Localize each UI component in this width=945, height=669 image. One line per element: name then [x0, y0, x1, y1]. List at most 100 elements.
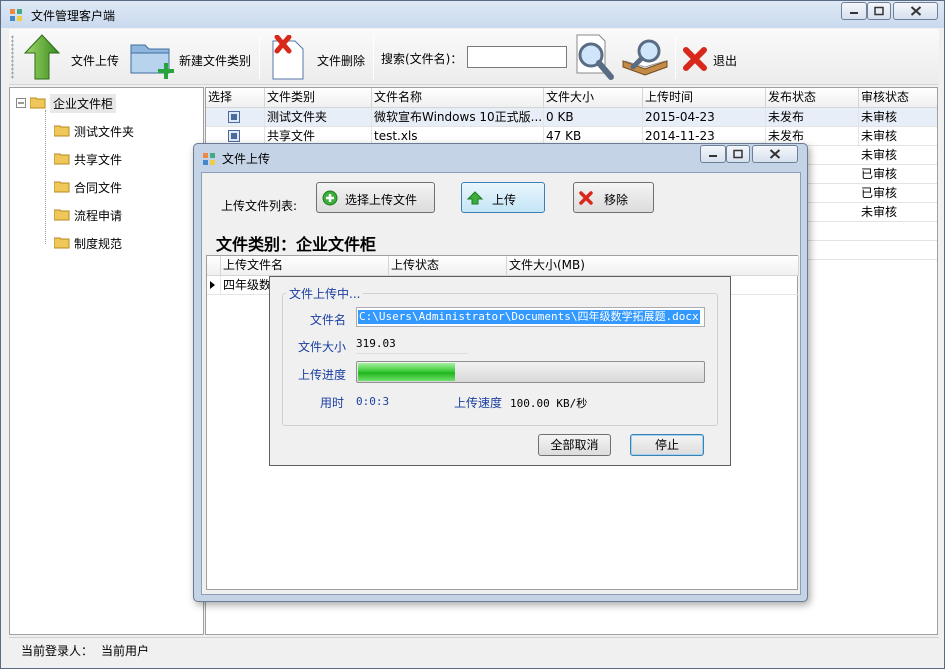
collapse-icon: [16, 98, 26, 108]
review-cell: 未审核: [859, 146, 937, 165]
column-header[interactable]: 上传时间: [643, 88, 766, 108]
search-button[interactable]: [573, 31, 617, 83]
folder-icon: [54, 153, 70, 165]
upload-progress-bar: [356, 361, 705, 383]
group-title: 文件上传中...: [286, 285, 364, 302]
minimize-icon: [850, 12, 858, 14]
select-files-button[interactable]: 选择上传文件: [316, 182, 435, 213]
tree-item-shared[interactable]: 共享文件: [54, 148, 122, 170]
review-cell: 已审核: [859, 165, 937, 184]
advanced-search-button[interactable]: [621, 31, 673, 83]
column-header[interactable]: 发布状态: [766, 88, 859, 108]
minimize-button[interactable]: [841, 2, 867, 20]
filename-field[interactable]: C:\Users\Administrator\Documents\四年级数学拓展…: [356, 307, 705, 327]
tree-item-workflow[interactable]: 流程申请: [54, 204, 122, 226]
folder-icon: [54, 209, 70, 221]
tree-item-label: 流程申请: [74, 208, 123, 223]
new-category-button[interactable]: 新建文件类别: [127, 31, 257, 83]
column-header[interactable]: 选择: [206, 88, 265, 108]
login-user: 当前用户: [101, 644, 150, 658]
review-cell: 未审核: [859, 108, 937, 127]
maximize-button[interactable]: [867, 2, 891, 20]
folder-open-icon: [30, 97, 46, 109]
cancel-all-button[interactable]: 全部取消: [538, 434, 611, 456]
category-tree[interactable]: 企业文件柜 测试文件夹 共享文件 合同文件 流程申请 制度规范: [9, 87, 204, 635]
row-select-cell[interactable]: [206, 108, 265, 127]
row-header-corner: [207, 256, 221, 276]
tree-item-label: 测试文件夹: [74, 124, 135, 139]
folder-icon: [54, 125, 70, 137]
upload-start-label: 上传: [492, 193, 517, 207]
row-pointer-icon: [210, 281, 215, 289]
table-row[interactable]: 测试文件夹 微软宣布Windows 10正式版... 0 KB 2015-04-…: [206, 108, 937, 127]
select-files-label: 选择上传文件: [345, 193, 418, 207]
search-icon: [576, 34, 614, 80]
dialog-minimize-button[interactable]: [700, 145, 726, 163]
folder-icon: [54, 181, 70, 193]
upload-start-button[interactable]: 上传: [461, 182, 545, 213]
column-header[interactable]: 文件大小: [544, 88, 643, 108]
new-category-label: 新建文件类别: [179, 54, 252, 68]
progress-label: 上传进度: [298, 368, 347, 382]
toolbar-separator: [675, 35, 676, 79]
tree-root[interactable]: 企业文件柜: [16, 92, 117, 114]
column-header[interactable]: 审核状态: [859, 88, 937, 108]
delete-file-icon: [272, 35, 304, 80]
remove-label: 移除: [604, 193, 629, 207]
column-header[interactable]: 文件名称: [372, 88, 544, 108]
upload-arrow-icon: [467, 191, 483, 205]
column-header[interactable]: 上传文件名: [221, 256, 389, 276]
upload-label: 文件上传: [71, 54, 120, 68]
dialog-maximize-button[interactable]: [726, 145, 750, 163]
up-arrow-icon: [23, 34, 61, 80]
review-cell: 未审核: [859, 127, 937, 146]
column-header[interactable]: 上传状态: [389, 256, 507, 276]
delete-label: 文件删除: [317, 54, 366, 68]
column-header[interactable]: 文件类别: [265, 88, 372, 108]
upload-progress-popup: 文件上传中... 文件名 C:\Users\Administrator\Docu…: [269, 276, 731, 466]
restore-icon: [874, 6, 884, 16]
search-input[interactable]: [467, 46, 567, 68]
tree-item-contracts[interactable]: 合同文件: [54, 176, 122, 198]
stop-button[interactable]: 停止: [630, 434, 704, 456]
upload-list-label: 上传文件列表:: [221, 199, 298, 213]
filename-value: C:\Users\Administrator\Documents\四年级数学拓展…: [358, 310, 700, 324]
title-bar[interactable]: 文件管理客户端: [1, 1, 944, 28]
delete-button[interactable]: 文件删除: [265, 31, 369, 83]
row-select-icon: [228, 111, 240, 123]
filename-label: 文件名: [310, 313, 347, 327]
publish-cell: 未发布: [766, 108, 859, 127]
upload-button[interactable]: 文件上传: [23, 31, 123, 83]
speed-value: 100.00 KB/秒: [510, 397, 588, 410]
date-cell: 2015-04-23: [643, 108, 766, 127]
window-title: 文件管理客户端: [31, 9, 116, 23]
tree-item-test[interactable]: 测试文件夹: [54, 120, 134, 142]
close-button[interactable]: [893, 2, 938, 20]
category-heading: 文件类别：企业文件柜: [216, 235, 377, 254]
filename-cell: 微软宣布Windows 10正式版...: [372, 108, 544, 127]
elapsed-value: 0:0:3: [356, 395, 390, 408]
toolbar-grip[interactable]: [11, 35, 14, 79]
exit-label: 退出: [713, 54, 738, 68]
upload-grid-header: 上传文件名 上传状态 文件大小(MB): [207, 256, 799, 276]
search-label: 搜索(文件名)：: [381, 52, 463, 66]
toolbar-separator: [259, 35, 260, 79]
empty-cell: [859, 241, 937, 260]
remove-button[interactable]: 移除: [573, 182, 654, 213]
category-cell: 测试文件夹: [265, 108, 372, 127]
exit-x-icon: [683, 47, 707, 71]
grid-header: 选择 文件类别 文件名称 文件大小 上传时间 发布状态 审核状态: [206, 88, 937, 108]
book-search-icon: [622, 39, 668, 76]
empty-cell: [859, 222, 937, 241]
size-field: 319.03: [356, 334, 468, 354]
size-cell: 0 KB: [544, 108, 643, 127]
row-select-icon: [228, 130, 240, 142]
column-header[interactable]: 文件大小(MB): [507, 256, 799, 276]
size-label: 文件大小: [298, 340, 347, 354]
dialog-close-button[interactable]: [752, 145, 798, 163]
add-icon: [322, 190, 338, 206]
exit-button[interactable]: 退出: [681, 31, 751, 83]
dialog-app-icon: [203, 153, 215, 165]
review-cell: 已审核: [859, 184, 937, 203]
tree-item-policies[interactable]: 制度规范: [54, 232, 122, 254]
